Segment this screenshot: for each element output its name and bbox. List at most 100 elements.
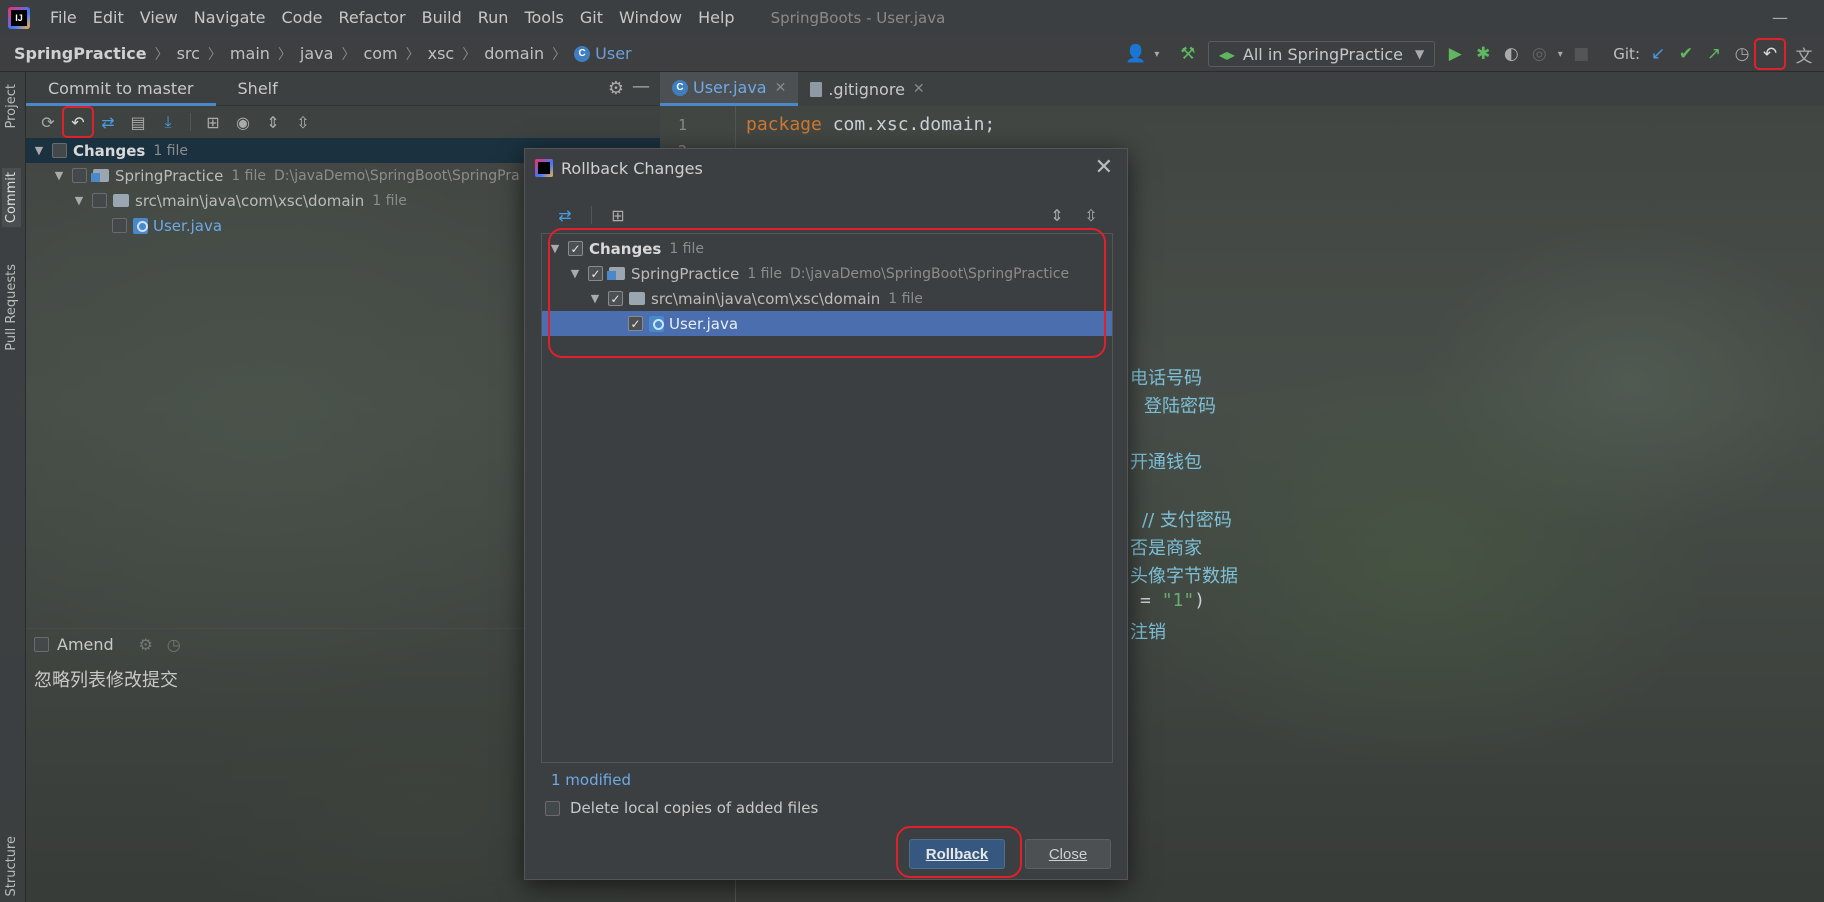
chevron-down-icon[interactable]: ▼ bbox=[52, 169, 66, 182]
show-diff-icon[interactable]: ⇄ bbox=[551, 201, 579, 229]
breadcrumb-xsc[interactable]: xsc bbox=[428, 44, 455, 63]
profile-icon[interactable]: ◎ bbox=[1525, 40, 1553, 68]
code-line-package[interactable]: package com.xsc.domain; bbox=[746, 114, 995, 135]
changelist-icon[interactable]: ▤ bbox=[124, 108, 152, 136]
breadcrumb-java[interactable]: java bbox=[300, 44, 334, 63]
close-icon[interactable]: ✕ bbox=[1095, 155, 1113, 180]
stop-icon[interactable]: ■ bbox=[1567, 40, 1595, 68]
chevron-down-icon[interactable]: ▼ bbox=[32, 144, 46, 157]
breadcrumb-project[interactable]: SpringPractice bbox=[14, 44, 147, 63]
file-checkbox[interactable] bbox=[112, 218, 127, 233]
expand-all-icon[interactable]: ⇕ bbox=[259, 108, 287, 136]
tool-tab-commit[interactable]: Commit bbox=[2, 168, 21, 228]
chevron-down-icon[interactable]: ▼ bbox=[548, 242, 562, 255]
tab-user-java[interactable]: C User.java ✕ bbox=[660, 72, 799, 106]
changes-checkbox[interactable] bbox=[568, 241, 583, 256]
amend-label[interactable]: Amend bbox=[57, 635, 114, 654]
folder-checkbox[interactable] bbox=[608, 291, 623, 306]
breadcrumb-src[interactable]: src bbox=[177, 44, 200, 63]
git-push-icon[interactable]: ↗ bbox=[1700, 40, 1728, 68]
closing-paren: ) bbox=[1194, 590, 1206, 611]
gear-icon[interactable]: ⚙ bbox=[608, 78, 624, 99]
git-rollback-icon[interactable]: ↶ bbox=[1754, 38, 1786, 70]
module-count: 1 file bbox=[231, 167, 267, 184]
group-by-icon[interactable]: ⊞ bbox=[604, 201, 632, 229]
tree-row-changes[interactable]: ▼ Changes 1 file bbox=[542, 236, 1112, 261]
tree-row-file[interactable]: User.java bbox=[542, 311, 1112, 336]
delete-local-copies-checkbox[interactable] bbox=[545, 800, 560, 816]
tool-tab-structure[interactable]: Structure bbox=[2, 832, 21, 900]
collapse-all-icon[interactable]: ⇳ bbox=[1077, 201, 1105, 229]
download-update-icon[interactable]: ⤓ bbox=[154, 108, 182, 136]
toolbar-separator bbox=[591, 206, 592, 224]
breadcrumb-separator-icon: 〉 bbox=[341, 46, 356, 63]
minimize-window-icon[interactable]: — bbox=[1772, 8, 1788, 27]
close-icon[interactable]: ✕ bbox=[913, 81, 925, 97]
menu-refactor[interactable]: Refactor bbox=[330, 0, 413, 36]
group-by-icon[interactable]: ⊞ bbox=[199, 108, 227, 136]
git-update-icon[interactable]: ↙ bbox=[1644, 40, 1672, 68]
refresh-icon[interactable]: ⟳ bbox=[34, 108, 62, 136]
chevron-down-icon[interactable]: ▾ bbox=[1150, 40, 1164, 68]
more-run-chevron-icon[interactable]: ▾ bbox=[1553, 40, 1567, 68]
breadcrumb-domain[interactable]: domain bbox=[484, 44, 544, 63]
tab-shelf[interactable]: Shelf bbox=[216, 72, 300, 106]
menu-file[interactable]: File bbox=[42, 0, 85, 36]
expand-all-icon[interactable]: ⇕ bbox=[1043, 201, 1071, 229]
folder-checkbox[interactable] bbox=[92, 193, 107, 208]
module-checkbox[interactable] bbox=[588, 266, 603, 281]
user-account-icon[interactable]: 👤 bbox=[1122, 40, 1150, 68]
build-hammer-icon[interactable]: ⚒ bbox=[1174, 40, 1202, 68]
menu-git[interactable]: Git bbox=[572, 0, 611, 36]
gear-icon[interactable]: ⚙ bbox=[132, 631, 160, 659]
translate-icon[interactable]: 文 bbox=[1790, 40, 1818, 68]
git-history-clock-icon[interactable]: ◷ bbox=[1728, 40, 1756, 68]
tree-row-folder[interactable]: ▼ src\main\java\com\xsc\domain 1 file bbox=[542, 286, 1112, 311]
delete-local-copies-option[interactable]: Delete local copies of added files bbox=[545, 799, 818, 817]
menu-edit[interactable]: Edit bbox=[85, 0, 132, 36]
menu-view[interactable]: View bbox=[132, 0, 186, 36]
tree-row-module[interactable]: ▼ SpringPractice 1 file D:\javaDemo\Spri… bbox=[542, 261, 1112, 286]
hide-panel-icon[interactable]: — bbox=[632, 76, 650, 97]
history-clock-icon[interactable]: ◷ bbox=[160, 631, 188, 659]
module-checkbox[interactable] bbox=[72, 168, 87, 183]
menu-help[interactable]: Help bbox=[690, 0, 742, 36]
tab-commit-to-master[interactable]: Commit to master bbox=[26, 72, 216, 106]
commit-message-input[interactable]: 忽略列表修改提交 bbox=[34, 666, 178, 692]
coverage-icon[interactable]: ◐ bbox=[1497, 40, 1525, 68]
chevron-down-icon[interactable]: ▼ bbox=[588, 292, 602, 305]
commit-toolbar: ⟳ ↶ ⇄ ▤ ⤓ ⊞ ◉ ⇕ ⇳ bbox=[26, 106, 660, 138]
modified-count-link[interactable]: 1 modified bbox=[551, 771, 631, 789]
tab-gitignore[interactable]: .gitignore ✕ bbox=[798, 72, 936, 106]
breadcrumb-main[interactable]: main bbox=[230, 44, 270, 63]
debug-bug-icon[interactable]: ✱ bbox=[1469, 40, 1497, 68]
tool-tab-pull-requests[interactable]: Pull Requests bbox=[2, 260, 21, 355]
breadcrumb-com[interactable]: com bbox=[363, 44, 397, 63]
rollback-icon[interactable]: ↶ bbox=[62, 106, 94, 138]
menu-tools[interactable]: Tools bbox=[516, 0, 571, 36]
menu-navigate[interactable]: Navigate bbox=[186, 0, 274, 36]
menu-build[interactable]: Build bbox=[414, 0, 470, 36]
run-configuration-select[interactable]: ◂▸ All in SpringPractice ▼ bbox=[1207, 41, 1436, 67]
menu-run[interactable]: Run bbox=[470, 0, 517, 36]
close-icon[interactable]: ✕ bbox=[775, 80, 787, 96]
rollback-button[interactable]: Rollback bbox=[909, 839, 1005, 869]
view-options-eye-icon[interactable]: ◉ bbox=[229, 108, 257, 136]
file-checkbox[interactable] bbox=[628, 316, 643, 331]
git-commit-check-icon[interactable]: ✔ bbox=[1672, 40, 1700, 68]
amend-checkbox[interactable] bbox=[34, 637, 49, 652]
changes-checkbox[interactable] bbox=[52, 143, 67, 158]
chevron-down-icon[interactable]: ▼ bbox=[72, 194, 86, 207]
show-diff-icon[interactable]: ⇄ bbox=[94, 108, 122, 136]
menu-window[interactable]: Window bbox=[611, 0, 690, 36]
breadcrumb-class[interactable]: User bbox=[595, 44, 631, 63]
tool-tab-project[interactable]: Project bbox=[2, 80, 21, 132]
comment-text: 支付密码 bbox=[1159, 510, 1232, 531]
menu-code[interactable]: Code bbox=[274, 0, 331, 36]
close-button[interactable]: Close bbox=[1025, 839, 1111, 869]
run-config-label: All in SpringPractice bbox=[1242, 44, 1404, 64]
run-icon[interactable]: ▶ bbox=[1441, 40, 1469, 68]
collapse-all-icon[interactable]: ⇳ bbox=[289, 108, 317, 136]
java-file-icon bbox=[133, 217, 148, 234]
chevron-down-icon[interactable]: ▼ bbox=[568, 267, 582, 280]
